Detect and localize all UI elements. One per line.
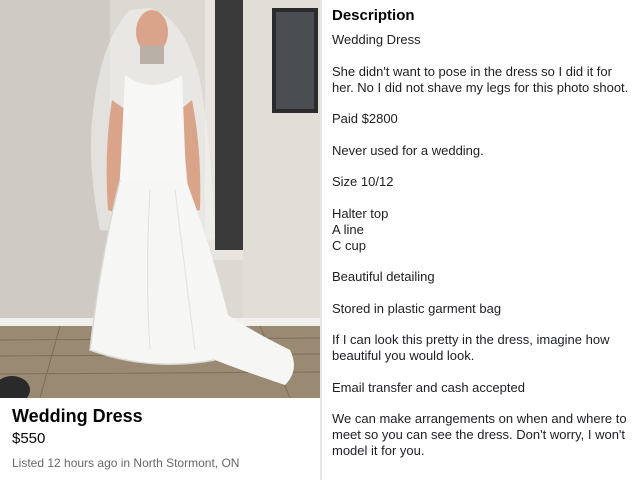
listing-photo-image [0,0,320,398]
description-paragraph: Never used for a wedding. [332,142,484,158]
description-paragraph: Wedding Dress [332,32,421,47]
description-paragraph: If I can look this pretty in the dress, … [332,332,610,363]
description-paragraph: Paid $2800 [332,111,398,126]
listing-meta: Listed 12 hours ago in North Stormont, O… [12,456,240,470]
listing-title: Wedding Dress [12,406,143,426]
description-paragraph: Halter top A line C cup [332,205,389,253]
listing-panel: Wedding Dress $550 Listed 12 hours ago i… [0,0,320,480]
description-body: Wedding Dress She didn't want to pose in… [332,32,634,475]
description-heading: Description [332,7,415,24]
listing-info: Wedding Dress $550 Listed 12 hours ago i… [0,398,320,480]
listing-price: $550 [12,430,46,447]
description-paragraph: We can make arrangements on when and whe… [332,411,627,458]
listing-photo[interactable] [0,0,320,398]
description-panel: Description Wedding Dress She didn't wan… [322,0,640,480]
description-paragraph: Email transfer and cash accepted [332,379,525,395]
description-paragraph: Stored in plastic garment bag [332,300,502,316]
description-paragraph: Beautiful detailing [332,269,435,284]
description-paragraph: She didn't want to pose in the dress so … [332,63,629,95]
description-paragraph: Size 10/12 [332,174,394,189]
